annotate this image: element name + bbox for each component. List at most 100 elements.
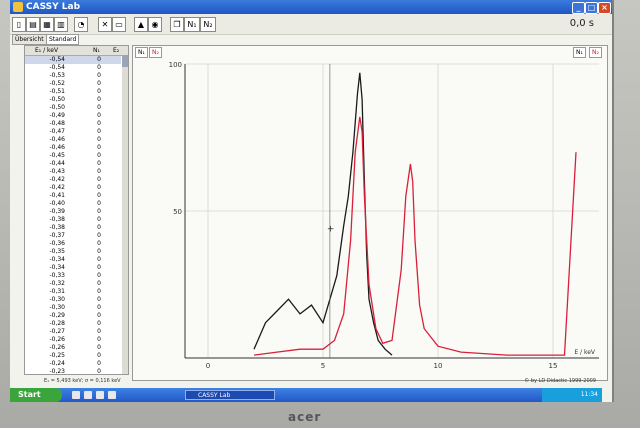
- table-row[interactable]: -0,35 0: [25, 248, 121, 256]
- table-row[interactable]: -0,48 0: [25, 120, 121, 128]
- table-row[interactable]: -0,45 0: [25, 152, 121, 160]
- col-n1-header[interactable]: N₁: [93, 46, 100, 55]
- channel-n2-button[interactable]: N₂: [200, 17, 216, 32]
- count-cell: 0: [97, 240, 101, 247]
- minimize-button[interactable]: _: [572, 2, 585, 14]
- energy-cell: -0,41: [49, 192, 65, 199]
- quicklaunch-icon[interactable]: [72, 391, 80, 399]
- count-cell: 0: [97, 352, 101, 359]
- quicklaunch-icon[interactable]: [96, 391, 104, 399]
- plot-n1-button[interactable]: N₁: [135, 47, 148, 58]
- energy-cell: -0,34: [49, 256, 65, 263]
- table-row[interactable]: -0,32 0: [25, 280, 121, 288]
- table-row[interactable]: -0,27 0: [25, 328, 121, 336]
- warning-icon[interactable]: ▲: [134, 17, 148, 32]
- table-row[interactable]: -0,47 0: [25, 128, 121, 136]
- count-cell: 0: [97, 280, 101, 287]
- quicklaunch-icon[interactable]: [108, 391, 116, 399]
- table-row[interactable]: -0,53 0: [25, 72, 121, 80]
- close-button[interactable]: ×: [598, 2, 611, 14]
- table-row[interactable]: -0,30 0: [25, 304, 121, 312]
- table-row[interactable]: -0,46 0: [25, 136, 121, 144]
- energy-cell: -0,29: [49, 312, 65, 319]
- table-row[interactable]: -0,42 0: [25, 176, 121, 184]
- table-row[interactable]: -0,24 0: [25, 360, 121, 368]
- plot-panel: N₁ N₂ N₁ N₂ 0 5 10 15 50 100 E / keV +: [132, 45, 608, 381]
- table-row[interactable]: -0,37 0: [25, 232, 121, 240]
- spectrum-chart[interactable]: 0 5 10 15 50 100 E / keV +: [133, 58, 607, 378]
- y-tick-label: 50: [173, 208, 182, 216]
- count-cell: 0: [97, 104, 101, 111]
- count-cell: 0: [97, 168, 101, 175]
- plot-n2-button[interactable]: N₂: [149, 47, 162, 58]
- save-icon[interactable]: ▦: [40, 17, 54, 32]
- tab-bar: Übersicht Standard: [10, 34, 612, 45]
- table-row[interactable]: -0,33 0: [25, 272, 121, 280]
- count-cell: 0: [97, 72, 101, 79]
- energy-cell: -0,40: [49, 200, 65, 207]
- table-row[interactable]: -0,51 0: [25, 88, 121, 96]
- taskbar: Start CASSY Lab 11:34: [10, 388, 602, 402]
- count-cell: 0: [97, 88, 101, 95]
- taskbar-app-cassy[interactable]: CASSY Lab: [185, 390, 275, 400]
- start-button[interactable]: Start: [10, 388, 62, 402]
- tools-icon[interactable]: ✕: [98, 17, 112, 32]
- table-row[interactable]: -0,34 0: [25, 264, 121, 272]
- tab-standard[interactable]: Standard: [46, 34, 80, 45]
- new-file-icon[interactable]: ▯: [12, 17, 26, 32]
- table-row[interactable]: -0,54 0: [25, 64, 121, 72]
- count-cell: 0: [97, 328, 101, 335]
- gauge-icon[interactable]: ◉: [148, 17, 162, 32]
- count-cell: 0: [97, 56, 101, 63]
- table-row[interactable]: -0,34 0: [25, 256, 121, 264]
- table-row[interactable]: -0,54 0: [25, 56, 121, 64]
- window-icon[interactable]: ▭: [112, 17, 126, 32]
- table-row[interactable]: -0,38 0: [25, 216, 121, 224]
- table-row[interactable]: -0,28 0: [25, 320, 121, 328]
- table-row[interactable]: -0,26 0: [25, 344, 121, 352]
- table-row[interactable]: -0,42 0: [25, 184, 121, 192]
- table-row[interactable]: -0,46 0: [25, 144, 121, 152]
- table-row[interactable]: -0,40 0: [25, 200, 121, 208]
- maximize-button[interactable]: □: [585, 2, 598, 14]
- print-icon[interactable]: ▥: [54, 17, 68, 32]
- table-row[interactable]: -0,26 0: [25, 336, 121, 344]
- table-row[interactable]: -0,52 0: [25, 80, 121, 88]
- y-tick-label: 100: [169, 61, 182, 69]
- table-row[interactable]: -0,44 0: [25, 160, 121, 168]
- channel-n1-button[interactable]: N₁: [184, 17, 200, 32]
- energy-cell: -0,37: [49, 232, 65, 239]
- scrollbar-thumb[interactable]: [122, 55, 128, 67]
- table-row[interactable]: -0,36 0: [25, 240, 121, 248]
- table-row[interactable]: -0,30 0: [25, 296, 121, 304]
- quicklaunch-icon[interactable]: [84, 391, 92, 399]
- table-row[interactable]: -0,50 0: [25, 96, 121, 104]
- clock-icon[interactable]: ◔: [74, 17, 88, 32]
- table-row[interactable]: -0,49 0: [25, 112, 121, 120]
- table-row[interactable]: -0,25 0: [25, 352, 121, 360]
- count-cell: 0: [97, 112, 101, 119]
- table-row[interactable]: -0,50 0: [25, 104, 121, 112]
- window-title: CASSY Lab: [26, 2, 81, 12]
- col-energy-header[interactable]: E₁ / keV: [35, 46, 58, 55]
- energy-cell: -0,30: [49, 296, 65, 303]
- open-file-icon[interactable]: ▤: [26, 17, 40, 32]
- energy-cell: -0,52: [49, 80, 65, 87]
- energy-cell: -0,25: [49, 352, 65, 359]
- table-row[interactable]: -0,38 0: [25, 224, 121, 232]
- col-e2-header[interactable]: E₂: [113, 46, 119, 55]
- tab-overview[interactable]: Übersicht: [12, 34, 47, 45]
- table-row[interactable]: -0,29 0: [25, 312, 121, 320]
- elapsed-time: 0,0 s: [569, 18, 594, 29]
- copy-icon[interactable]: ❐: [170, 17, 184, 32]
- monitor-brand-logo: acer: [288, 410, 322, 424]
- table-row[interactable]: -0,43 0: [25, 168, 121, 176]
- table-row[interactable]: -0,23 0: [25, 368, 121, 374]
- table-row[interactable]: -0,39 0: [25, 208, 121, 216]
- legend-n1: N₁: [573, 47, 586, 58]
- table-scrollbar[interactable]: [122, 55, 128, 374]
- table-row[interactable]: -0,41 0: [25, 192, 121, 200]
- table-row[interactable]: -0,31 0: [25, 288, 121, 296]
- count-cell: 0: [97, 264, 101, 271]
- plot-toolbar: N₁ N₂ N₁ N₂: [133, 46, 607, 58]
